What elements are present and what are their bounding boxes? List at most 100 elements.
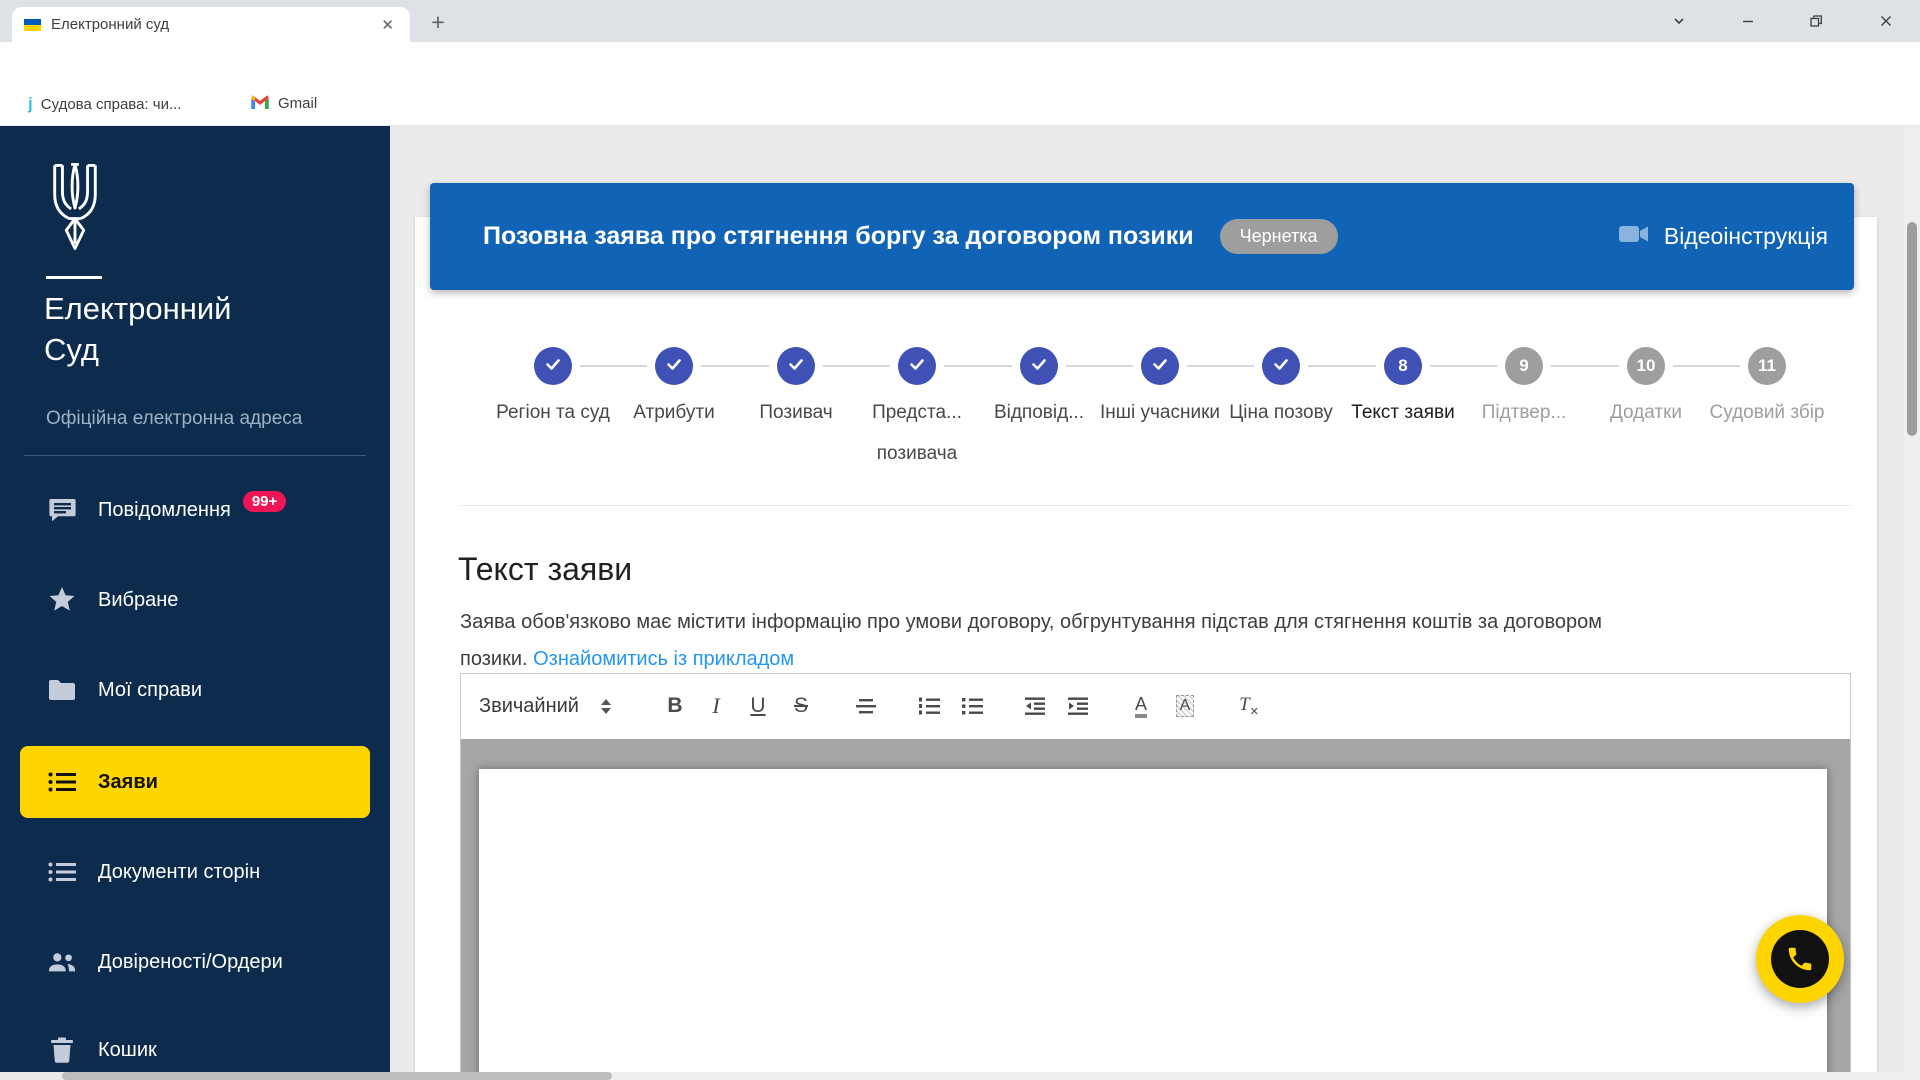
step-6-circle[interactable]	[1141, 347, 1179, 385]
message-icon	[48, 498, 76, 522]
bookmark-label: Судова справа: чи...	[40, 95, 182, 113]
editor-page[interactable]	[479, 769, 1827, 1079]
gmail-icon	[250, 94, 270, 113]
step-connector	[823, 365, 890, 367]
step-10-circle[interactable]: 10	[1627, 347, 1665, 385]
step-7-circle[interactable]	[1262, 347, 1300, 385]
indent-button[interactable]	[1061, 689, 1095, 723]
sidebar-item-claims[interactable]: Заяви	[20, 746, 370, 818]
ukraine-trident-logo	[46, 162, 104, 257]
sidebar-item-powers-of-attorney[interactable]: Довіреності/Ордери	[0, 934, 390, 990]
bookmark-gmail[interactable]: Gmail	[250, 94, 317, 113]
bookmark-court-case[interactable]: j Судова справа: чи...	[28, 94, 181, 114]
step-connector	[1430, 365, 1497, 367]
list-icon	[48, 771, 76, 793]
step-1-label: Регіон та суд	[496, 402, 610, 423]
step-number: 9	[1519, 356, 1529, 375]
step-3-circle[interactable]	[777, 347, 815, 385]
ukraine-flag-favicon	[24, 18, 41, 31]
vertical-scrollbar-thumb[interactable]	[1907, 222, 1917, 436]
paragraph-style-value: Звичайний	[479, 694, 579, 717]
video-camera-icon	[1618, 223, 1650, 251]
text-color-button[interactable]: A	[1124, 689, 1158, 723]
brand-subtitle: Офіційна електронна адреса	[46, 408, 303, 429]
step-2-label: Атрибути	[633, 402, 715, 423]
stepper: Регіон та суд Атрибути Позивач Предста... п…	[430, 330, 1854, 490]
sidebar-item-label: Довіреності/Ордери	[98, 950, 283, 973]
ordered-list-button[interactable]	[912, 689, 946, 723]
brand-divider	[46, 276, 102, 279]
underline-button[interactable]: U	[741, 689, 775, 723]
sidebar-item-messages[interactable]: Повідомлення 99+	[0, 482, 390, 538]
video-instruction-button[interactable]: Відеоінструкція	[1618, 223, 1828, 251]
outdent-button[interactable]	[1018, 689, 1052, 723]
window-close-button[interactable]	[1873, 9, 1899, 33]
step-connector	[1308, 365, 1376, 367]
sidebar-item-label: Мої справи	[98, 678, 202, 701]
step-number: 10	[1636, 356, 1656, 375]
screen: Електронний суд ✕ + cabinet.court.gov.ua…	[0, 0, 1920, 1080]
step-7-label: Ціна позову	[1229, 402, 1333, 423]
browser-tabstrip: Електронний суд ✕ +	[0, 0, 1920, 42]
horizontal-scrollbar-thumb[interactable]	[62, 1072, 612, 1080]
section-divider	[460, 505, 1851, 506]
step-number: 8	[1398, 356, 1408, 375]
window-minimize-button[interactable]	[1735, 9, 1761, 33]
example-link[interactable]: Ознайомитись із прикладом	[533, 648, 794, 670]
step-4-label: Предста... позивача	[872, 402, 962, 464]
strikethrough-button[interactable]: S	[784, 689, 818, 723]
italic-button[interactable]: I	[699, 689, 733, 723]
sidebar-item-label: Повідомлення	[98, 498, 231, 521]
check-icon	[907, 354, 927, 379]
highlight-button[interactable]: A	[1168, 689, 1202, 723]
claim-title: Позовна заява про стягнення боргу за дог…	[483, 222, 1194, 250]
sidebar-item-favorites[interactable]: Вибране	[0, 572, 390, 628]
sidebar: Електронний Суд Офіційна електронна адре…	[0, 126, 390, 1072]
step-11-label: Судовий збір	[1709, 402, 1825, 423]
sidebar-item-my-cases[interactable]: Мої справи	[0, 662, 390, 718]
step-9-circle[interactable]: 9	[1505, 347, 1543, 385]
bookmarks-bar: j Судова справа: чи... Gmail	[0, 85, 1920, 126]
tab-search-chevron-icon[interactable]	[1666, 9, 1692, 33]
bold-button[interactable]: B	[658, 689, 692, 723]
check-icon	[1029, 354, 1049, 379]
step-5-circle[interactable]	[1020, 347, 1058, 385]
star-icon	[48, 587, 76, 613]
step-connector	[1673, 365, 1740, 367]
tab-close-icon[interactable]: ✕	[377, 14, 398, 36]
phone-call-fab[interactable]	[1756, 915, 1844, 1003]
step-1-circle[interactable]	[534, 347, 572, 385]
sidebar-item-label: Кошик	[98, 1038, 157, 1061]
sidebar-divider	[24, 455, 366, 456]
step-6-label: Інші учасники	[1100, 402, 1221, 423]
step-connector	[1187, 365, 1254, 367]
step-connector	[1551, 365, 1619, 367]
step-number: 11	[1758, 356, 1776, 375]
step-8-circle[interactable]: 8	[1384, 347, 1422, 385]
bullet-list-button[interactable]	[955, 689, 989, 723]
step-connector	[580, 365, 647, 367]
step-11-circle[interactable]: 11	[1748, 347, 1786, 385]
draft-status-badge: Чернетка	[1219, 219, 1338, 254]
align-button[interactable]	[849, 689, 883, 723]
window-restore-button[interactable]	[1803, 9, 1829, 33]
description-line1: Заява обов'язково має містити інформацію…	[460, 611, 1603, 633]
bookmark-label: Gmail	[278, 95, 318, 112]
step-4-circle[interactable]	[898, 347, 936, 385]
check-icon	[664, 354, 684, 379]
step-connector	[1066, 365, 1133, 367]
clear-formatting-button[interactable]: T✕	[1232, 689, 1266, 723]
new-tab-button[interactable]: +	[424, 8, 452, 36]
check-icon	[786, 354, 806, 379]
rich-text-editor: Звичайний B I U S A A T✕	[460, 673, 1851, 1080]
step-8-label: Текст заяви	[1351, 402, 1455, 423]
editor-canvas	[461, 739, 1850, 1079]
sidebar-item-trash[interactable]: Кошик	[0, 1022, 390, 1078]
paragraph-style-dropdown[interactable]: Звичайний	[479, 688, 645, 724]
description-line2: позики.	[460, 648, 528, 670]
sidebar-item-party-documents[interactable]: Документи сторін	[0, 844, 390, 900]
browser-tab[interactable]: Електронний суд ✕	[12, 7, 410, 42]
step-2-circle[interactable]	[655, 347, 693, 385]
dropdown-arrows-icon	[600, 698, 611, 714]
brand-title: Електронний Суд	[44, 291, 232, 367]
